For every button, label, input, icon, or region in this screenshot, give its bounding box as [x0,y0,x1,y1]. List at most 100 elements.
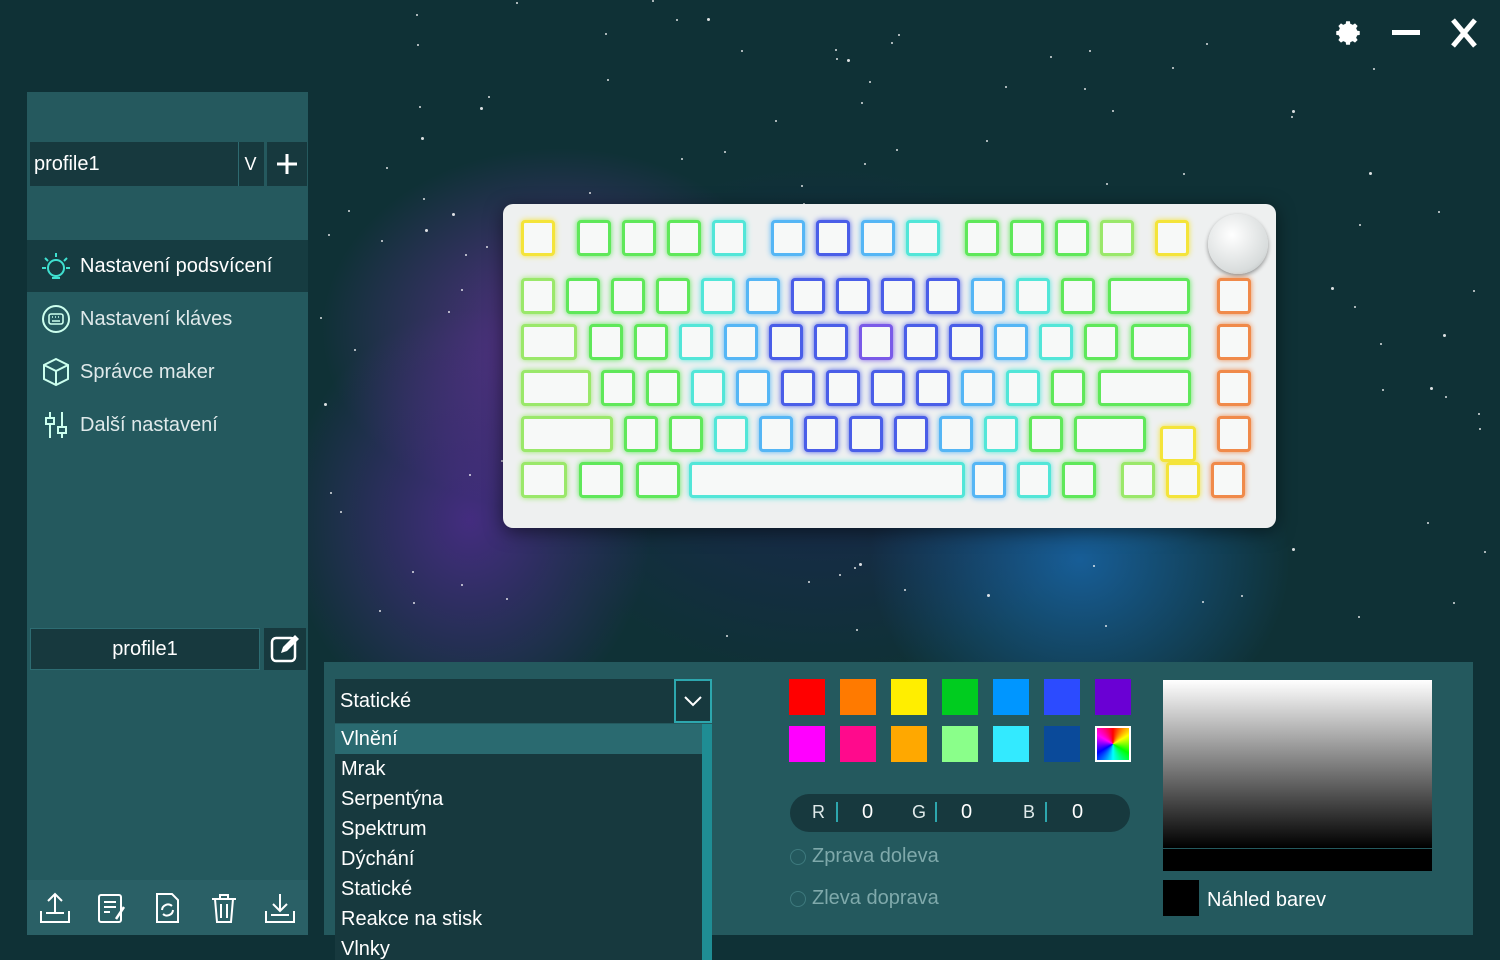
keyboard-key[interactable] [769,324,803,360]
color-swatch-rainbow[interactable] [1095,726,1131,762]
keyboard-key[interactable] [871,370,905,406]
keyboard-key[interactable] [771,220,805,256]
menu-item-macros[interactable]: Správce maker [27,346,308,398]
color-swatch-magenta[interactable] [789,726,825,762]
profile-select[interactable]: profile1 [30,142,264,186]
keyboard-key[interactable] [916,370,950,406]
menu-item-more-settings[interactable]: Další nastavení [27,399,308,451]
refresh-icon[interactable] [148,889,186,927]
keyboard-key[interactable] [781,370,815,406]
keyboard-key[interactable] [791,278,825,314]
color-swatch-pink[interactable] [840,726,876,762]
keyboard-key[interactable] [691,370,725,406]
keyboard-key[interactable] [1098,370,1191,406]
minimize-icon[interactable] [1390,16,1422,50]
keyboard-key[interactable] [746,278,780,314]
keyboard-key[interactable] [714,416,748,452]
keyboard-key[interactable] [1006,370,1040,406]
keyboard-key[interactable] [1166,462,1200,498]
keyboard-key[interactable] [611,278,645,314]
keyboard-key[interactable] [1211,462,1245,498]
keyboard-key[interactable] [961,370,995,406]
color-swatch-blue[interactable] [1044,679,1080,715]
color-swatch-amber[interactable] [891,726,927,762]
keyboard-key[interactable] [1108,278,1190,314]
keyboard-key[interactable] [804,416,838,452]
keyboard-key[interactable] [589,324,623,360]
effect-option[interactable]: Statické [335,874,702,904]
keyboard-key[interactable] [826,370,860,406]
notes-icon[interactable] [92,889,130,927]
menu-item-backlight[interactable]: Nastavení podsvícení [27,240,308,292]
keyboard-key[interactable] [881,278,915,314]
keyboard-key[interactable] [667,220,701,256]
keyboard-key[interactable] [859,324,893,360]
dropdown-scrollbar[interactable] [705,726,709,810]
keyboard-key[interactable] [816,220,850,256]
r-value-input[interactable]: 0 [862,801,873,824]
keyboard-key[interactable] [624,416,658,452]
color-swatch-purple[interactable] [1095,679,1131,715]
chevron-down-icon[interactable] [674,679,712,723]
keyboard-key[interactable] [1051,370,1085,406]
keyboard-key[interactable] [965,220,999,256]
color-swatch-cyan[interactable] [993,726,1029,762]
keyboard-key[interactable] [972,462,1006,498]
keyboard-key[interactable] [849,416,883,452]
volume-knob[interactable] [1208,214,1268,274]
color-swatch-orange[interactable] [840,679,876,715]
keyboard-key[interactable] [1100,220,1134,256]
color-swatch-green[interactable] [942,679,978,715]
keyboard-key[interactable] [521,462,567,498]
color-picker-area[interactable] [1163,680,1432,848]
g-value-input[interactable]: 0 [961,801,972,824]
profile-name-field[interactable]: profile1 [30,628,260,670]
keyboard-key[interactable] [1084,324,1118,360]
keyboard-key[interactable] [1074,416,1146,452]
keyboard-key[interactable] [521,324,577,360]
add-profile-button[interactable] [267,142,307,186]
keyboard-key[interactable] [906,220,940,256]
direction-right-to-left-radio[interactable]: Zprava doleva [790,845,939,868]
effect-option[interactable]: Vlnky [335,934,702,960]
keyboard-key[interactable] [1131,324,1191,360]
keyboard-key[interactable] [521,278,555,314]
keyboard-key[interactable] [566,278,600,314]
keyboard-key[interactable] [1029,416,1063,452]
keyboard-key[interactable] [949,324,983,360]
keyboard-key[interactable] [894,416,928,452]
keyboard-key[interactable] [701,278,735,314]
keyboard-key[interactable] [656,278,690,314]
effect-option[interactable]: Reakce na stisk [335,904,702,934]
color-swatch-light-green[interactable] [942,726,978,762]
keyboard-key[interactable] [1017,462,1051,498]
color-swatch-sky-blue[interactable] [993,679,1029,715]
profile-dropdown-caret[interactable]: V [238,142,262,186]
menu-item-keys[interactable]: Nastavení kláves [27,293,308,345]
keyboard-key[interactable] [669,416,703,452]
keyboard-key[interactable] [1055,220,1089,256]
keyboard-key[interactable] [1217,416,1251,452]
keyboard-key[interactable] [622,220,656,256]
keyboard-key[interactable] [1155,220,1189,256]
b-value-input[interactable]: 0 [1072,801,1083,824]
effect-option[interactable]: Serpentýna [335,784,702,814]
keyboard-key[interactable] [521,220,555,256]
keyboard-key[interactable] [1217,370,1251,406]
keyboard-key[interactable] [836,278,870,314]
keyboard-key[interactable] [579,462,623,498]
export-icon[interactable] [36,889,74,927]
keyboard-key[interactable] [679,324,713,360]
trash-icon[interactable] [205,889,243,927]
color-swatch-yellow[interactable] [891,679,927,715]
effect-select[interactable]: Statické [335,679,712,723]
keyboard-key[interactable] [1217,324,1251,360]
keyboard-key[interactable] [926,278,960,314]
keyboard-key[interactable] [1016,278,1050,314]
keyboard-key[interactable] [861,220,895,256]
direction-left-to-right-radio[interactable]: Zleva doprava [790,887,939,910]
keyboard-key[interactable] [1062,462,1096,498]
gear-icon[interactable] [1332,16,1364,50]
hue-slider[interactable] [1163,849,1432,871]
color-swatch-red[interactable] [789,679,825,715]
